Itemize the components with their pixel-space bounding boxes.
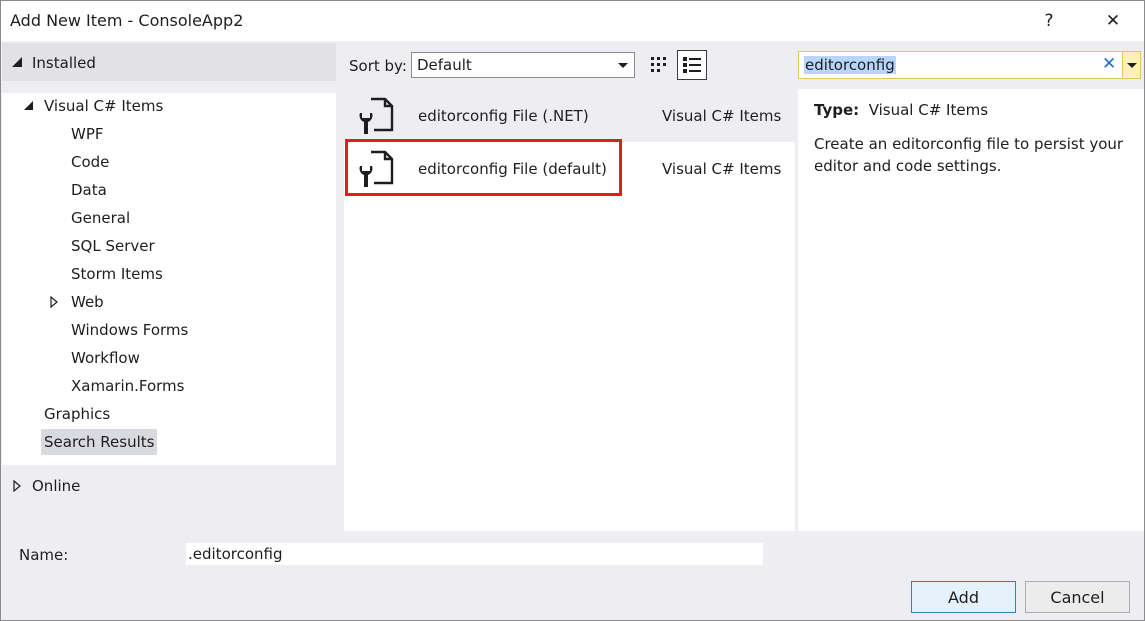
expand-triangle-icon (50, 296, 58, 308)
tree-item-label: Data (71, 181, 107, 199)
tree-item-graphics[interactable]: Graphics (41, 401, 113, 427)
close-icon: ✕ (1105, 11, 1121, 31)
item-name: editorconfig File (.NET) (418, 107, 589, 125)
tree-item-search-results[interactable]: Search Results (41, 429, 158, 455)
title-bar: Add New Item - ConsoleApp2 ? ✕ (1, 1, 1144, 41)
grid-view-icon (651, 57, 666, 72)
item-details-panel: Type: Visual C# Items Create an editorco… (798, 89, 1144, 531)
list-view-icon (683, 57, 701, 73)
dialog-title: Add New Item - ConsoleApp2 (10, 11, 244, 30)
help-button[interactable]: ? (1034, 7, 1064, 35)
add-new-item-dialog: Add New Item - ConsoleApp2 ? ✕ Installed… (0, 0, 1145, 621)
list-view-button[interactable] (677, 50, 707, 80)
tree-item-label: Search Results (44, 433, 155, 451)
clear-search-icon[interactable]: ✕ (1102, 54, 1116, 74)
tree-item-label: General (71, 209, 131, 227)
name-field[interactable] (185, 542, 764, 566)
list-item[interactable]: editorconfig File (.NET) Visual C# Items (344, 89, 795, 142)
list-item[interactable]: editorconfig File (default) Visual C# It… (344, 142, 795, 195)
tree-item-visual-csharp-items[interactable]: Visual C# Items (2, 93, 336, 119)
type-value: Visual C# Items (868, 101, 989, 119)
tree-item-label: Windows Forms (71, 321, 189, 339)
tree-item-web[interactable]: Web (47, 289, 247, 315)
sort-by-dropdown[interactable]: Default (411, 52, 635, 78)
template-categories-panel: Installed Visual C# Items WPF Code Data … (2, 41, 336, 531)
chevron-down-icon (618, 63, 628, 68)
type-label: Type: (814, 101, 860, 119)
tree-item-xamarin-forms[interactable]: Xamarin.Forms (68, 373, 187, 399)
search-box[interactable]: editorconfig ✕ (798, 51, 1141, 79)
expand-triangle-icon (13, 480, 21, 492)
template-list: editorconfig File (.NET) Visual C# Items… (344, 89, 795, 531)
tree-item-label: Web (71, 293, 104, 311)
tree-item-label: Xamarin.Forms (71, 377, 185, 395)
tree-item-workflow[interactable]: Workflow (68, 345, 143, 371)
name-label: Name: (19, 546, 69, 564)
item-type: Type: Visual C# Items (814, 101, 988, 119)
sort-by-value: Default (417, 56, 472, 74)
tree-item-wpf[interactable]: WPF (68, 121, 107, 147)
search-options-dropdown[interactable] (1122, 52, 1140, 78)
tree-item-label: Code (71, 153, 110, 171)
online-header[interactable]: Online (2, 471, 336, 503)
close-button[interactable]: ✕ (1098, 7, 1128, 35)
online-label: Online (32, 477, 81, 495)
tree-item-label: Workflow (71, 349, 140, 367)
help-icon: ? (1044, 11, 1054, 31)
item-category: Visual C# Items (662, 160, 782, 178)
config-file-wrench-icon (359, 150, 394, 187)
tree-item-sql-server[interactable]: SQL Server (68, 233, 158, 259)
cancel-button[interactable]: Cancel (1025, 581, 1130, 613)
item-description: Create an editorconfig file to persist y… (814, 135, 1124, 175)
tree-item-storm-items[interactable]: Storm Items (68, 261, 166, 287)
sort-by-label: Sort by: (349, 57, 407, 75)
config-file-wrench-icon (359, 97, 394, 134)
installed-header[interactable]: Installed (2, 43, 336, 81)
collapse-triangle-icon (12, 57, 22, 67)
tree-item-windows-forms[interactable]: Windows Forms (68, 317, 191, 343)
tree-item-label: WPF (71, 125, 104, 143)
collapse-triangle-icon (24, 101, 33, 110)
tree-item-general[interactable]: General (68, 205, 133, 231)
search-input[interactable]: editorconfig (804, 56, 896, 74)
item-category: Visual C# Items (662, 107, 782, 125)
tree-item-label: SQL Server (71, 237, 155, 255)
tree-item-label: Storm Items (71, 265, 163, 283)
tree-item-label: Graphics (44, 405, 111, 423)
small-icons-view-button[interactable] (644, 50, 674, 80)
category-tree: Visual C# Items WPF Code Data General SQ… (2, 93, 336, 465)
item-name: editorconfig File (default) (418, 160, 607, 178)
tree-item-label: Visual C# Items (44, 97, 164, 115)
add-button[interactable]: Add (911, 581, 1016, 613)
tree-item-code[interactable]: Code (68, 149, 112, 175)
installed-label: Installed (32, 54, 96, 72)
tree-item-data[interactable]: Data (68, 177, 110, 203)
